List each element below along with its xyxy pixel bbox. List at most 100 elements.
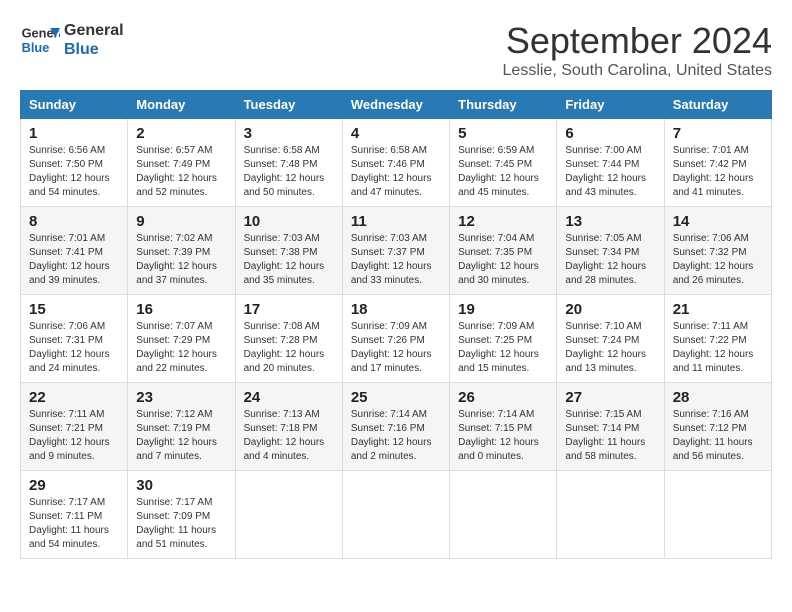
week-row-2: 8Sunrise: 7:01 AM Sunset: 7:41 PM Daylig… <box>21 207 772 295</box>
calendar-cell: 18 Sunrise: 7:09 AM Sunset: 7:26 PM Dayli… <box>342 295 449 383</box>
header-thursday: Thursday <box>450 91 557 119</box>
logo-line2: Blue <box>64 40 124 59</box>
calendar-cell: 16 Sunrise: 7:07 AM Sunset: 7:29 PM Dayli… <box>128 295 235 383</box>
day-info: Sunrise: 7:14 AM Sunset: 7:16 PM Dayligh… <box>351 408 441 464</box>
calendar-cell: 24Sunrise: 7:13 AM Sunset: 7:18 PM Dayli… <box>235 383 342 471</box>
header-monday: Monday <box>128 91 235 119</box>
day-number: 12 <box>458 213 548 230</box>
calendar-cell: 20 Sunrise: 7:10 AM Sunset: 7:24 PM Dayli… <box>557 295 664 383</box>
header-sunday: Sunday <box>21 91 128 119</box>
day-info: Sunrise: 7:06 AM Sunset: 7:31 PM Dayligh… <box>29 320 119 376</box>
day-info: Sunrise: 7:07 AM Sunset: 7:29 PM Dayligh… <box>136 320 226 376</box>
calendar-cell: 13Sunrise: 7:05 AM Sunset: 7:34 PM Dayli… <box>557 207 664 295</box>
day-info: Sunrise: 7:17 AM Sunset: 7:11 PM Dayligh… <box>29 496 119 552</box>
calendar-cell: 23 Sunrise: 7:12 AM Sunset: 7:19 PM Dayli… <box>128 383 235 471</box>
calendar-cell: 8Sunrise: 7:01 AM Sunset: 7:41 PM Daylig… <box>21 207 128 295</box>
week-row-3: 15 Sunrise: 7:06 AM Sunset: 7:31 PM Dayli… <box>21 295 772 383</box>
header-tuesday: Tuesday <box>235 91 342 119</box>
day-number: 10 <box>244 213 334 230</box>
day-number: 28 <box>673 389 763 406</box>
day-info: Sunrise: 7:02 AM Sunset: 7:39 PM Dayligh… <box>136 232 226 288</box>
day-number: 13 <box>565 213 655 230</box>
calendar-cell: 1 Sunrise: 6:56 AM Sunset: 7:50 PM Daylig… <box>21 119 128 207</box>
calendar-cell <box>342 471 449 559</box>
day-info: Sunrise: 7:09 AM Sunset: 7:26 PM Dayligh… <box>351 320 441 376</box>
day-info: Sunrise: 7:11 AM Sunset: 7:22 PM Dayligh… <box>673 320 763 376</box>
calendar-cell: 14 Sunrise: 7:06 AM Sunset: 7:32 PM Dayli… <box>664 207 771 295</box>
page-header: General Blue General Blue September 2024… <box>20 20 772 80</box>
location: Lesslie, South Carolina, United States <box>503 62 772 80</box>
day-number: 3 <box>244 125 334 142</box>
calendar-table: SundayMondayTuesdayWednesdayThursdayFrid… <box>20 90 772 559</box>
day-info: Sunrise: 7:12 AM Sunset: 7:19 PM Dayligh… <box>136 408 226 464</box>
logo-icon: General Blue <box>20 20 60 60</box>
calendar-cell: 26Sunrise: 7:14 AM Sunset: 7:15 PM Dayli… <box>450 383 557 471</box>
calendar-cell: 4 Sunrise: 6:58 AM Sunset: 7:46 PM Daylig… <box>342 119 449 207</box>
day-info: Sunrise: 7:04 AM Sunset: 7:35 PM Dayligh… <box>458 232 548 288</box>
logo: General Blue General Blue <box>20 20 124 60</box>
calendar-cell: 29 Sunrise: 7:17 AM Sunset: 7:11 PM Dayli… <box>21 471 128 559</box>
day-number: 15 <box>29 301 119 318</box>
calendar-cell <box>235 471 342 559</box>
day-info: Sunrise: 7:17 AM Sunset: 7:09 PM Dayligh… <box>136 496 226 552</box>
day-number: 1 <box>29 125 119 142</box>
calendar-cell <box>664 471 771 559</box>
calendar-cell: 21 Sunrise: 7:11 AM Sunset: 7:22 PM Dayli… <box>664 295 771 383</box>
day-number: 11 <box>351 213 441 230</box>
day-info: Sunrise: 7:00 AM Sunset: 7:44 PM Dayligh… <box>565 144 655 200</box>
calendar-cell: 11 Sunrise: 7:03 AM Sunset: 7:37 PM Dayli… <box>342 207 449 295</box>
day-number: 17 <box>244 301 334 318</box>
week-row-4: 22 Sunrise: 7:11 AM Sunset: 7:21 PM Dayli… <box>21 383 772 471</box>
day-number: 19 <box>458 301 548 318</box>
day-info: Sunrise: 6:57 AM Sunset: 7:49 PM Dayligh… <box>136 144 226 200</box>
day-info: Sunrise: 7:11 AM Sunset: 7:21 PM Dayligh… <box>29 408 119 464</box>
day-number: 21 <box>673 301 763 318</box>
day-number: 4 <box>351 125 441 142</box>
svg-text:Blue: Blue <box>22 40 50 55</box>
day-info: Sunrise: 7:13 AM Sunset: 7:18 PM Dayligh… <box>244 408 334 464</box>
day-info: Sunrise: 7:10 AM Sunset: 7:24 PM Dayligh… <box>565 320 655 376</box>
day-number: 23 <box>136 389 226 406</box>
day-number: 25 <box>351 389 441 406</box>
calendar-cell: 17 Sunrise: 7:08 AM Sunset: 7:28 PM Dayli… <box>235 295 342 383</box>
day-info: Sunrise: 7:06 AM Sunset: 7:32 PM Dayligh… <box>673 232 763 288</box>
day-info: Sunrise: 6:58 AM Sunset: 7:48 PM Dayligh… <box>244 144 334 200</box>
day-info: Sunrise: 6:59 AM Sunset: 7:45 PM Dayligh… <box>458 144 548 200</box>
calendar-cell: 19 Sunrise: 7:09 AM Sunset: 7:25 PM Dayli… <box>450 295 557 383</box>
day-number: 14 <box>673 213 763 230</box>
calendar-cell: 9 Sunrise: 7:02 AM Sunset: 7:39 PM Daylig… <box>128 207 235 295</box>
day-number: 29 <box>29 477 119 494</box>
day-number: 18 <box>351 301 441 318</box>
day-number: 2 <box>136 125 226 142</box>
calendar-cell: 10 Sunrise: 7:03 AM Sunset: 7:38 PM Dayli… <box>235 207 342 295</box>
day-number: 9 <box>136 213 226 230</box>
calendar-cell: 7 Sunrise: 7:01 AM Sunset: 7:42 PM Daylig… <box>664 119 771 207</box>
day-number: 7 <box>673 125 763 142</box>
calendar-cell: 25 Sunrise: 7:14 AM Sunset: 7:16 PM Dayli… <box>342 383 449 471</box>
day-number: 27 <box>565 389 655 406</box>
day-info: Sunrise: 6:58 AM Sunset: 7:46 PM Dayligh… <box>351 144 441 200</box>
day-info: Sunrise: 7:09 AM Sunset: 7:25 PM Dayligh… <box>458 320 548 376</box>
day-number: 6 <box>565 125 655 142</box>
week-row-5: 29 Sunrise: 7:17 AM Sunset: 7:11 PM Dayli… <box>21 471 772 559</box>
day-info: Sunrise: 7:03 AM Sunset: 7:38 PM Dayligh… <box>244 232 334 288</box>
calendar-cell: 12 Sunrise: 7:04 AM Sunset: 7:35 PM Dayli… <box>450 207 557 295</box>
day-number: 22 <box>29 389 119 406</box>
header-friday: Friday <box>557 91 664 119</box>
day-number: 20 <box>565 301 655 318</box>
calendar-cell: 22 Sunrise: 7:11 AM Sunset: 7:21 PM Dayli… <box>21 383 128 471</box>
calendar-header-row: SundayMondayTuesdayWednesdayThursdayFrid… <box>21 91 772 119</box>
day-info: Sunrise: 7:01 AM Sunset: 7:42 PM Dayligh… <box>673 144 763 200</box>
day-number: 8 <box>29 213 119 230</box>
header-saturday: Saturday <box>664 91 771 119</box>
day-info: Sunrise: 7:14 AM Sunset: 7:15 PM Dayligh… <box>458 408 548 464</box>
day-info: Sunrise: 7:08 AM Sunset: 7:28 PM Dayligh… <box>244 320 334 376</box>
day-info: Sunrise: 7:03 AM Sunset: 7:37 PM Dayligh… <box>351 232 441 288</box>
month-title: September 2024 <box>503 20 772 62</box>
day-number: 16 <box>136 301 226 318</box>
header-wednesday: Wednesday <box>342 91 449 119</box>
week-row-1: 1 Sunrise: 6:56 AM Sunset: 7:50 PM Daylig… <box>21 119 772 207</box>
day-number: 30 <box>136 477 226 494</box>
day-info: Sunrise: 6:56 AM Sunset: 7:50 PM Dayligh… <box>29 144 119 200</box>
day-info: Sunrise: 7:16 AM Sunset: 7:12 PM Dayligh… <box>673 408 763 464</box>
